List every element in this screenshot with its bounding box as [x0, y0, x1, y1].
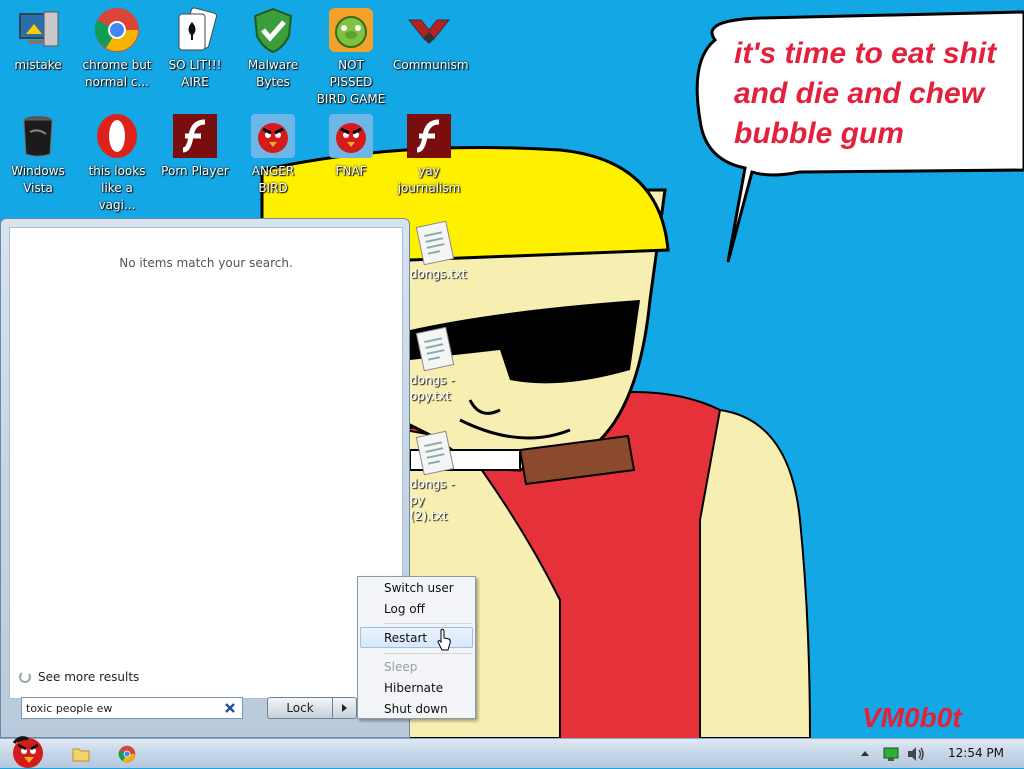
desktop-icon-label: Malware Bytes — [247, 58, 299, 89]
speech-line: and die and chew — [734, 77, 985, 110]
desktop-icon-communism[interactable]: Communism — [391, 6, 469, 74]
see-more-results-link[interactable]: See more results — [18, 670, 139, 684]
red-bird-icon — [251, 114, 295, 158]
menu-separator — [384, 653, 472, 654]
desktop-icon-label: chrome but normal c... — [82, 58, 152, 89]
desktop-icon-label: Porn Player — [161, 164, 229, 178]
desktop-icon-opera[interactable]: this looks like a vagi... — [79, 112, 155, 214]
desktop-icon-malwarebytes[interactable]: Malware Bytes — [235, 6, 311, 91]
menu-item-restart[interactable]: Restart — [384, 631, 427, 645]
search-results-panel: No items match your search. See more res… — [9, 227, 403, 699]
clear-search-icon[interactable] — [222, 700, 238, 716]
chrome-icon — [94, 8, 139, 52]
show-hidden-icons-icon[interactable] — [858, 746, 872, 762]
desktop-icon-label: NOT PISSED BIRD GAME — [316, 58, 386, 106]
power-options-arrow-button[interactable] — [333, 697, 357, 719]
desktop[interactable]: it's time to eat shit and die and chew b… — [0, 0, 1024, 738]
desktop-icon-label: yay journalism — [397, 164, 461, 195]
chrome-icon[interactable] — [118, 745, 136, 763]
flash-icon — [407, 114, 451, 158]
start-button-angry-bird-icon[interactable] — [6, 731, 46, 769]
desktop-icon-dongs-copy-txt[interactable]: dongs - opy.txt — [404, 324, 464, 404]
search-box[interactable] — [21, 697, 243, 719]
desktop-icon-label: dongs - opy.txt — [410, 373, 455, 403]
desktop-icon-label: dongs - py (2).txt — [410, 477, 455, 523]
desktop-icon-label: dongs.txt — [410, 267, 467, 281]
menu-item-log-off[interactable]: Log off — [384, 602, 425, 616]
mouse-cursor-icon — [437, 628, 451, 651]
menu-item-hibernate[interactable]: Hibernate — [384, 681, 443, 695]
lock-button[interactable]: Lock — [267, 697, 333, 719]
vista-bin-icon — [23, 116, 53, 157]
desktop-icon-pig-game[interactable]: NOT PISSED BIRD GAME — [313, 6, 389, 108]
computer-icon — [19, 11, 59, 47]
desktop-icon-porn-player[interactable]: Porn Player — [157, 112, 233, 180]
desktop-icon-label: this looks like a vagi... — [88, 164, 146, 212]
menu-item-switch-user[interactable]: Switch user — [384, 581, 454, 595]
volume-icon[interactable] — [906, 746, 926, 762]
taskbar: 12:54 PM — [0, 736, 1024, 768]
desktop-icon-solitaire[interactable]: SO LIT!!! AIRE — [157, 6, 233, 91]
menu-item-sleep: Sleep — [384, 660, 418, 674]
folder-icon[interactable] — [72, 745, 90, 763]
power-options-menu: Switch user Log off Restart Sleep Hibern… — [357, 576, 476, 719]
speech-line: it's time to eat shit — [734, 37, 997, 70]
text-file-icon — [415, 326, 455, 372]
chevron-right-icon — [342, 704, 347, 712]
text-file-icon — [415, 430, 455, 476]
solitaire-icon — [178, 7, 218, 51]
desktop-icon-label: SO LIT!!! AIRE — [168, 58, 222, 89]
search-input[interactable] — [26, 700, 216, 716]
desktop-icon-windows-vista[interactable]: Windows Vista — [0, 112, 76, 197]
signature: VM0b0t — [862, 702, 962, 733]
no-results-message: No items match your search. — [119, 256, 293, 270]
speech-line: bubble gum — [734, 117, 904, 150]
start-menu: No items match your search. See more res… — [0, 218, 410, 738]
see-more-label: See more results — [38, 670, 140, 684]
desktop-icon-anger-bird[interactable]: ANGER BIRD — [235, 112, 311, 197]
green-pig-icon — [329, 8, 373, 52]
desktop-icon-label: mistake — [14, 58, 62, 72]
desktop-icon-label: Windows Vista — [11, 164, 65, 195]
emblem-icon — [407, 19, 451, 44]
desktop-icon-chrome[interactable]: chrome but normal c... — [79, 6, 155, 91]
desktop-icon-fnaf[interactable]: FNAF — [313, 112, 389, 180]
text-file-icon — [415, 220, 455, 266]
desktop-icon-dongs-copy2-txt[interactable]: dongs - py (2).txt — [404, 428, 464, 524]
menu-separator — [384, 623, 472, 624]
menu-item-shut-down[interactable]: Shut down — [384, 702, 448, 716]
desktop-icon-label: ANGER BIRD — [251, 164, 295, 195]
opera-icon — [97, 114, 137, 158]
speech-text: it's time to eat shit and die and chew b… — [734, 34, 1024, 154]
desktop-icon-yay-journalism[interactable]: yay journalism — [391, 112, 467, 197]
network-icon[interactable] — [882, 746, 900, 762]
shield-check-icon — [253, 7, 293, 54]
desktop-icon-dongs-txt[interactable]: dongs.txt — [404, 218, 467, 282]
red-bird-icon — [329, 114, 373, 158]
taskbar-clock[interactable]: 12:54 PM — [948, 746, 1004, 760]
desktop-icon-mistake[interactable]: mistake — [0, 6, 76, 74]
flash-icon — [173, 114, 217, 158]
spinner-icon — [19, 671, 31, 683]
desktop-icon-label: Communism — [393, 58, 469, 72]
desktop-icon-label: FNAF — [335, 164, 367, 178]
